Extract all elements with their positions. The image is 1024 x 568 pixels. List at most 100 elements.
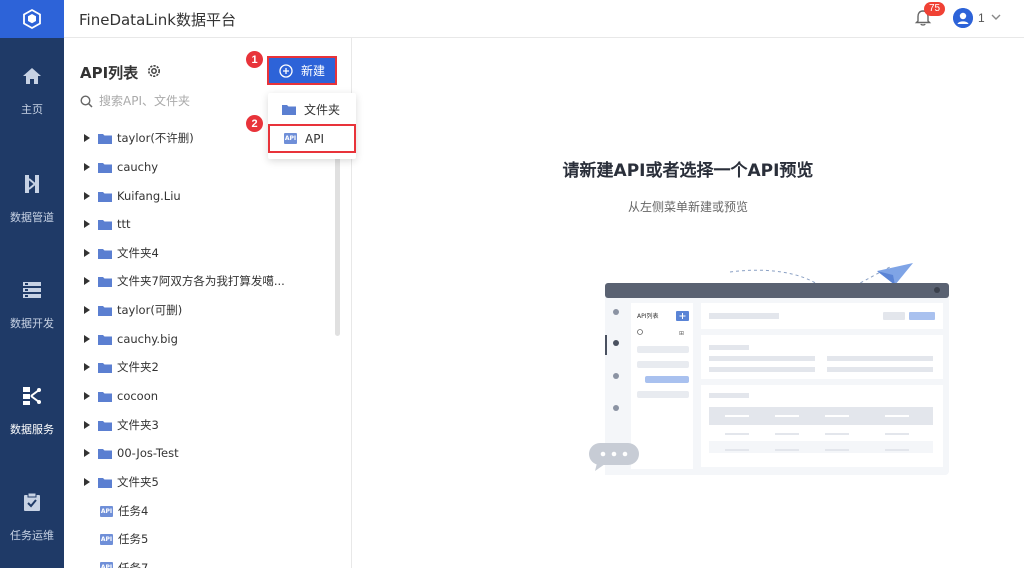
new-button[interactable]: 新建 [267, 56, 337, 85]
caret-right-icon[interactable] [84, 134, 90, 142]
ops-icon [21, 491, 43, 513]
illustration-panel-title: API列表 [637, 312, 659, 320]
tree-row-label: Kuifang.Liu [117, 189, 181, 203]
tree-row-folder[interactable]: Kuifang.Liu [64, 182, 334, 210]
tree-row-folder[interactable]: 00-Jos-Test [64, 439, 334, 467]
menu-item-folder[interactable]: 文件夹 [268, 95, 356, 124]
tree-row-label: cocoon [117, 389, 159, 403]
nav-item-service[interactable]: 数据服务 [0, 358, 64, 464]
folder-icon [98, 305, 112, 316]
nav-item-label: 数据管道 [10, 211, 54, 224]
caret-right-icon[interactable] [84, 363, 90, 371]
tree-row-label: taylor(可删) [117, 303, 183, 317]
folder-icon [98, 477, 112, 488]
tree-row-label: taylor(不许删) [117, 131, 194, 145]
folder-icon [98, 162, 112, 173]
home-icon [21, 65, 43, 87]
scrollbar[interactable] [335, 128, 340, 336]
folder-icon [98, 219, 112, 230]
caret-right-icon[interactable] [84, 277, 90, 285]
caret-right-icon[interactable] [84, 163, 90, 171]
pipeline-icon [21, 173, 43, 195]
svg-text:⊞: ⊞ [679, 330, 684, 337]
empty-state-illustration: API列表 ⊞ [589, 263, 949, 475]
user-avatar-icon[interactable] [953, 8, 973, 28]
folder-icon [98, 276, 112, 287]
chevron-down-icon[interactable] [990, 12, 1002, 22]
tree-row-folder[interactable]: taylor(可删) [64, 296, 334, 324]
new-dropdown-menu: 文件夹 API API [268, 93, 356, 159]
tree-row-label: ttt [117, 217, 131, 231]
tree-row-label: 任务4 [118, 504, 149, 518]
api-icon: API [284, 133, 297, 144]
tree-row-label: 文件夹7阿双方各为我打算发噶... [117, 274, 285, 288]
api-icon: API [100, 505, 113, 517]
tree-row-label: 文件夹5 [117, 475, 159, 489]
tree-row-label: cauchy [117, 160, 159, 174]
menu-item-label: API [305, 131, 324, 146]
tree-row-label: 文件夹2 [117, 360, 159, 374]
tree-row-folder[interactable]: cauchy.big [64, 325, 334, 353]
tree-row-label: 文件夹4 [117, 246, 159, 260]
nav-item-pipeline[interactable]: 数据管道 [0, 146, 64, 252]
gear-icon[interactable] [146, 63, 162, 79]
nav-item-label: 数据开发 [10, 317, 54, 330]
user-name[interactable]: 1 [978, 11, 985, 25]
caret-right-icon[interactable] [84, 192, 90, 200]
folder-icon [98, 448, 112, 459]
caret-right-icon[interactable] [84, 392, 90, 400]
folder-icon [98, 391, 112, 402]
tree-row-label: 任务5 [118, 532, 149, 546]
app-title: FineDataLink数据平台 [79, 11, 236, 29]
tree-row-label: cauchy.big [117, 332, 178, 346]
left-nav: 主页 数据管道 数据开发 数据服务 任务运维 [0, 0, 64, 568]
tree-row-label: 文件夹3 [117, 418, 159, 432]
tree-row-api[interactable]: API 任务5 [64, 525, 334, 553]
folder-icon [98, 362, 112, 373]
caret-right-icon[interactable] [84, 449, 90, 457]
caret-right-icon[interactable] [84, 478, 90, 486]
menu-item-api[interactable]: API API [268, 124, 356, 153]
tree-row-folder[interactable]: 文件夹7阿双方各为我打算发噶... [64, 267, 334, 295]
logo-icon [23, 8, 41, 30]
folder-icon [98, 248, 112, 259]
folder-icon [98, 133, 112, 144]
develop-icon [21, 279, 43, 301]
tree-row-folder[interactable]: 文件夹3 [64, 411, 334, 439]
step-badge-2: 2 [246, 115, 263, 132]
panel-title: API列表 [80, 64, 139, 82]
caret-right-icon[interactable] [84, 249, 90, 257]
folder-icon [98, 420, 112, 431]
new-button-label: 新建 [300, 64, 325, 78]
api-icon: API [100, 533, 113, 545]
nav-item-label: 主页 [21, 103, 43, 116]
api-icon: API [100, 562, 113, 568]
tree-row-folder[interactable]: 文件夹4 [64, 239, 334, 267]
top-header: FineDataLink数据平台 75 1 [64, 0, 1024, 38]
nav-item-home[interactable]: 主页 [0, 38, 64, 144]
nav-item-label: 数据服务 [10, 423, 54, 436]
caret-right-icon[interactable] [84, 306, 90, 314]
plus-circle-icon [279, 63, 293, 78]
search-icon [80, 94, 93, 108]
tree-row-folder[interactable]: 文件夹5 [64, 468, 334, 496]
tree-row-folder[interactable]: 文件夹2 [64, 353, 334, 381]
tree-row-label: 00-Jos-Test [117, 446, 179, 460]
folder-icon [98, 334, 112, 345]
app-logo[interactable] [0, 0, 64, 38]
caret-right-icon[interactable] [84, 335, 90, 343]
caret-right-icon[interactable] [84, 220, 90, 228]
tree-row-api[interactable]: API 任务7 [64, 554, 334, 568]
notification-badge: 75 [924, 2, 946, 16]
tree-row-api[interactable]: API 任务4 [64, 497, 334, 525]
empty-state-subtitle: 从左侧菜单新建或预览 [627, 200, 748, 214]
tree-row-folder[interactable]: cocoon [64, 382, 334, 410]
nav-item-ops[interactable]: 任务运维 [0, 464, 64, 568]
service-icon [21, 385, 43, 407]
nav-item-develop[interactable]: 数据开发 [0, 252, 64, 358]
folder-icon [98, 191, 112, 202]
tree-row-folder[interactable]: ttt [64, 210, 334, 238]
caret-right-icon[interactable] [84, 421, 90, 429]
tree-row-label: 任务7 [118, 561, 149, 568]
nav-item-label: 任务运维 [10, 529, 54, 542]
